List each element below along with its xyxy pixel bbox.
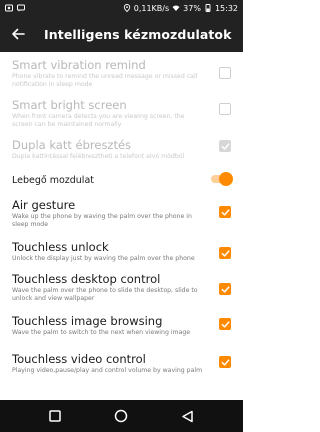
triangle-back-icon: [182, 410, 194, 422]
app-bar: Intelligens kézmozdulatok: [0, 16, 243, 52]
setting-floating-gesture[interactable]: Lebegő mozdulat: [0, 168, 243, 192]
touchless-image-checkbox[interactable]: [219, 318, 231, 330]
checkmark-icon: [221, 285, 229, 293]
settings-list: Smart vibration remind Phone vibrate to …: [0, 52, 243, 400]
touchless-desktop-checkbox[interactable]: [219, 283, 231, 295]
checkmark-icon: [221, 320, 229, 328]
recent-apps-button[interactable]: [40, 404, 70, 428]
setting-subtitle: Wake up the phone by waving the palm ove…: [12, 213, 192, 228]
page-title: Intelligens kézmozdulatok: [44, 26, 232, 42]
location-icon: [123, 4, 130, 12]
air-gesture-checkbox[interactable]: [219, 206, 231, 218]
setting-subtitle: Unlock the display just by waving the pa…: [12, 255, 195, 262]
setting-title: Touchless desktop control: [12, 272, 161, 286]
message-notification-icon: [17, 4, 25, 12]
touchless-video-checkbox[interactable]: [219, 356, 231, 368]
setting-title: Smart vibration remind: [12, 58, 146, 72]
screenshot-notification-icon: [5, 4, 13, 12]
smart-bright-screen-checkbox[interactable]: [219, 103, 231, 115]
setting-smart-bright-screen[interactable]: Smart bright screen When front camera de…: [0, 92, 243, 132]
battery-icon: [205, 4, 211, 12]
setting-subtitle: When front camera detects you are viewin…: [12, 113, 185, 128]
setting-touchless-desktop-control[interactable]: Touchless desktop control Wave the palm …: [0, 266, 243, 308]
setting-subtitle: Dupla kattintással felébresztheti a tele…: [12, 153, 185, 160]
setting-title: Lebegő mozdulat: [12, 175, 94, 186]
setting-touchless-unlock[interactable]: Touchless unlock Unlock the display just…: [0, 234, 243, 266]
checkmark-icon: [221, 249, 229, 257]
double-tap-wake-checkbox[interactable]: [219, 140, 231, 152]
setting-title: Air gesture: [12, 198, 76, 212]
setting-touchless-image-browsing[interactable]: Touchless image browsing Wave the palm t…: [0, 308, 243, 346]
back-button[interactable]: [0, 16, 36, 52]
setting-double-tap-wake[interactable]: Dupla katt ébresztés Dupla kattintással …: [0, 132, 243, 168]
status-bar: 0,11KB/s 37% 15:32: [0, 0, 243, 16]
checkmark-icon: [221, 358, 229, 366]
setting-title: Dupla katt ébresztés: [12, 138, 132, 152]
setting-touchless-video-control[interactable]: Touchless video control Playing video,pa…: [0, 346, 243, 386]
setting-subtitle: Playing video,pause/play and control vol…: [12, 367, 203, 374]
back-arrow-icon: [12, 28, 25, 40]
setting-subtitle: Phone vibrate to remind the unread messa…: [12, 73, 198, 88]
setting-title: Touchless unlock: [12, 240, 109, 254]
navigation-bar: [0, 400, 243, 432]
network-speed: 0,11KB/s: [133, 3, 170, 13]
setting-air-gesture[interactable]: Air gesture Wake up the phone by waving …: [0, 192, 243, 234]
toggle-knob: [219, 172, 233, 186]
setting-title: Touchless image browsing: [12, 314, 163, 328]
square-icon: [49, 410, 61, 422]
setting-subtitle: Wave the palm over the phone to slide th…: [12, 287, 198, 302]
setting-smart-vibration-remind[interactable]: Smart vibration remind Phone vibrate to …: [0, 52, 243, 92]
clock: 15:32: [214, 3, 238, 13]
smart-vibration-checkbox[interactable]: [219, 67, 231, 79]
circle-icon: [115, 409, 128, 423]
back-nav-button[interactable]: [173, 404, 203, 428]
touchless-unlock-checkbox[interactable]: [219, 247, 231, 259]
home-button[interactable]: [106, 404, 136, 428]
floating-gesture-toggle[interactable]: [211, 172, 233, 186]
checkmark-icon: [221, 208, 229, 216]
setting-subtitle: Wave the palm to switch to the next when…: [12, 329, 191, 336]
checkmark-icon: [221, 142, 229, 150]
setting-title: Smart bright screen: [12, 98, 127, 112]
battery-percent: 37%: [183, 3, 201, 13]
setting-title: Touchless video control: [12, 352, 146, 366]
wifi-icon: [172, 5, 180, 11]
